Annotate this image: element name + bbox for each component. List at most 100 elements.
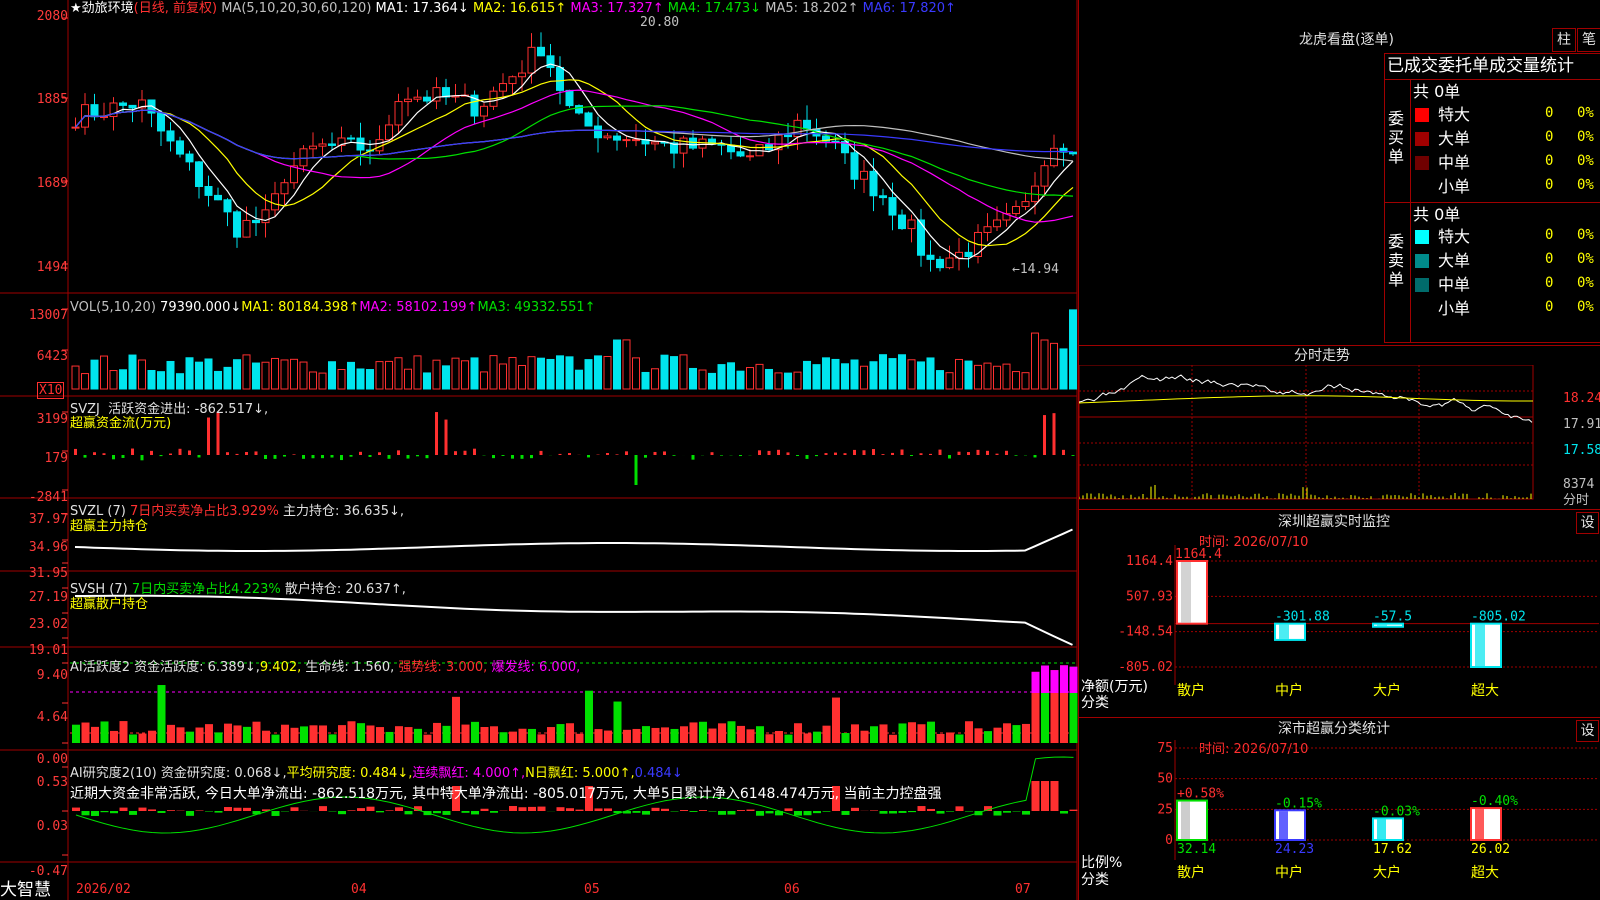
- research-bar: [993, 811, 1002, 816]
- volume-bar: [727, 362, 735, 390]
- aihyd-ytick-2: 0.00: [36, 752, 68, 767]
- svzj-bar: [900, 449, 904, 455]
- research-bar: [366, 806, 375, 811]
- svzj-bar: [1005, 450, 1008, 455]
- ma-label: MA(5,10,20,30,60,120): [221, 1, 372, 16]
- app-logo: 大智慧: [0, 880, 51, 900]
- svzj-bar: [520, 455, 524, 459]
- activity-bar: [898, 723, 907, 743]
- volume-bar: [347, 361, 355, 390]
- activity-bar: [100, 721, 109, 743]
- activity-bar: [176, 727, 185, 743]
- activity-bar: [357, 723, 365, 743]
- fenshi-p1: 18.24: [1563, 391, 1600, 406]
- candle-body: [1012, 205, 1020, 215]
- candle-body: [71, 126, 80, 129]
- xaxis-label-3: 06: [784, 882, 800, 897]
- svsh-desc1: 7日内买卖净占比4.223%: [131, 582, 281, 597]
- volume-bar: [138, 359, 146, 390]
- activity-bar: [233, 725, 242, 743]
- research-bar: [699, 810, 707, 811]
- aihyd-ytick-0: 9.40: [36, 668, 68, 683]
- research-bar: [794, 811, 802, 816]
- svzj-bar: [473, 448, 476, 455]
- activity-bar: [110, 730, 118, 743]
- vol-ma3: MA3: 49332.551↑: [477, 300, 596, 315]
- aihyd-title: AI活跃度2: [70, 660, 130, 675]
- svzj-bar: [121, 455, 125, 458]
- svzj-bar: [1043, 415, 1046, 455]
- candle-body: [299, 148, 308, 167]
- activity-burst-bar: [1060, 665, 1068, 693]
- monitor-bar-label: -805.02: [1471, 610, 1526, 625]
- research-bar: [927, 808, 935, 811]
- ma-line-6: [75, 109, 1074, 160]
- class-bar-shade: [1279, 811, 1288, 839]
- volume-bar: [860, 365, 868, 390]
- order-type-label: 小单: [1438, 299, 1471, 318]
- svzj-bar: [853, 449, 856, 455]
- class-bar-change: -0.03%: [1373, 804, 1420, 819]
- volume-bar: [936, 370, 944, 390]
- svzj-bar: [815, 455, 818, 457]
- activity-bar: [1022, 723, 1030, 743]
- activity-bar: [319, 725, 327, 743]
- svzl-desc1: 7日内买卖净占比3.929%: [129, 504, 279, 519]
- candle-body: [879, 195, 887, 199]
- activity-bar: [537, 734, 546, 743]
- class-bar-change: +0.58%: [1177, 787, 1224, 802]
- svzj-bar: [454, 451, 457, 455]
- volume-bar: [736, 370, 745, 390]
- research-bar: [879, 811, 888, 814]
- svzj-bar: [425, 455, 429, 459]
- main-chart-svg[interactable]: [0, 0, 1078, 900]
- svzj-ytick-2: -2841: [28, 490, 68, 505]
- volume-bar: [983, 362, 992, 390]
- order-count: 0: [1545, 227, 1554, 243]
- main-chart-area[interactable]: ★劲旅环境(日线, 前复权) MA(5,10,20,30,60,120) MA1…: [0, 0, 1078, 900]
- order-count: 0: [1545, 105, 1554, 121]
- volume-bar: [850, 359, 859, 390]
- volume-bar: [328, 361, 336, 390]
- volume-bar: [204, 358, 213, 390]
- research-bar: [471, 811, 479, 815]
- volume-bar: [233, 359, 241, 390]
- ma-line-4: [75, 105, 1074, 197]
- stock-mode: (日线, 前复权): [133, 1, 218, 16]
- candle-body: [556, 67, 564, 91]
- svzj-bar: [492, 455, 495, 459]
- svzj-bar: [387, 455, 391, 459]
- svzj-bar: [824, 453, 828, 455]
- volume-bar: [508, 357, 517, 390]
- volume-bar: [945, 372, 954, 390]
- volume-header: VOL(5,10,20) 79390.000↓MA1: 80184.398↑MA…: [70, 300, 596, 315]
- aihyd-l3: 生命线: 1.560,: [305, 660, 395, 675]
- research-bar: [376, 811, 384, 813]
- svzl-header: SVZL (7) 7日内买卖净占比3.929% 主力持仓: 36.635↓,: [70, 504, 404, 519]
- candle-body: [898, 214, 906, 230]
- svzj-bar: [758, 450, 761, 455]
- activity-bar: [167, 724, 175, 743]
- bar-mode-button[interactable]: 柱: [1552, 28, 1576, 52]
- activity-bar: [642, 726, 650, 743]
- activity-bar: [870, 726, 878, 743]
- candle-body: [917, 219, 925, 256]
- aiyjd-l3: 连续飘红: 4.000↑,: [412, 766, 526, 781]
- svzj-bar: [587, 455, 590, 458]
- candle-body: [926, 254, 935, 260]
- class-bar-value: 24.23: [1275, 842, 1314, 857]
- research-bar: [442, 811, 451, 815]
- svzj-bar: [796, 455, 799, 457]
- svzl-ytick-0: 37.97: [28, 512, 68, 527]
- candle-body: [318, 143, 327, 147]
- aihyd-header: AI活跃度2 资金活跃度: 6.389↓,9.402, 生命线: 1.560, …: [70, 660, 580, 675]
- activity-bar: [490, 726, 498, 743]
- fenshi-p2: 17.91: [1563, 417, 1600, 432]
- svzj-bar: [948, 455, 951, 459]
- research-bar: [680, 810, 688, 811]
- fenshi-chart[interactable]: [1079, 365, 1600, 525]
- tick-mode-button[interactable]: 笔: [1577, 28, 1600, 52]
- activity-bar: [290, 727, 299, 743]
- svzj-bar: [777, 449, 780, 455]
- activity-bar: [955, 734, 964, 743]
